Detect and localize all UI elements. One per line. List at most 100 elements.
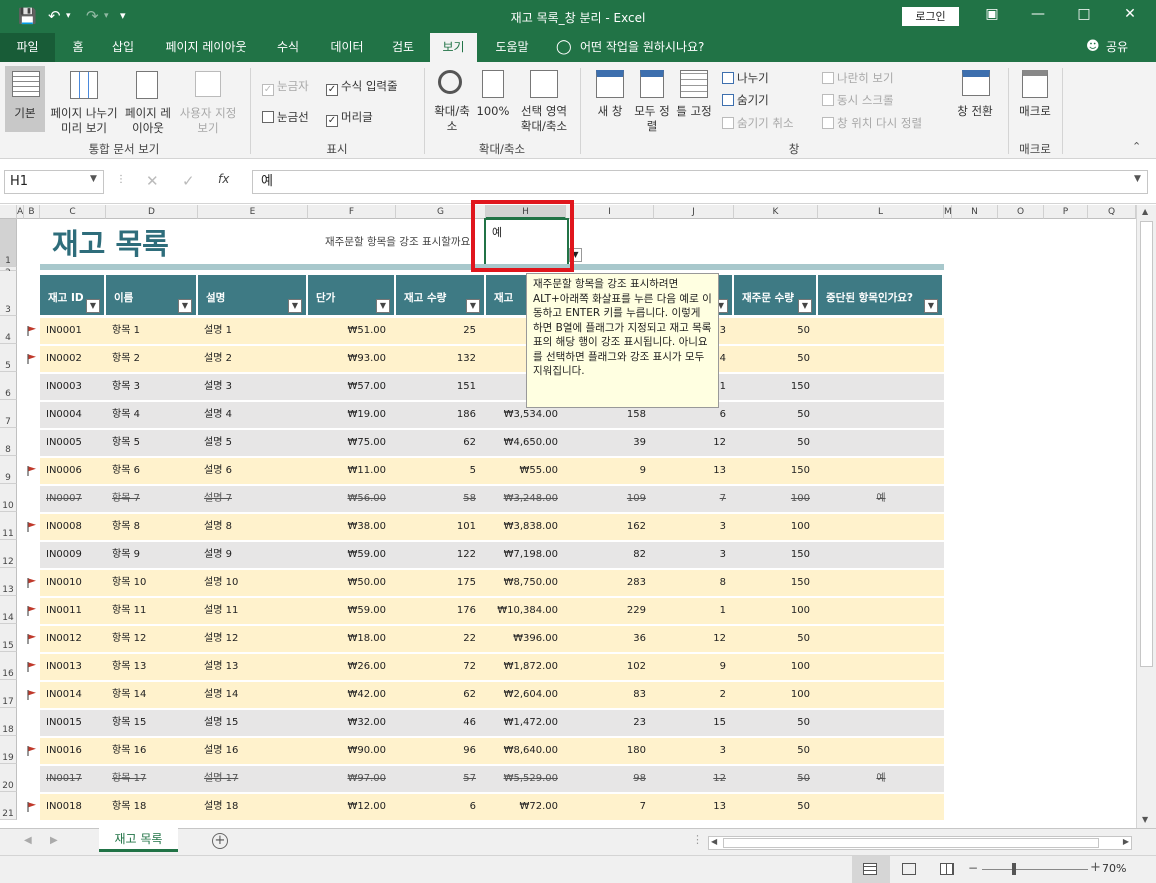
cell-price[interactable]: ₩42.00: [308, 682, 386, 708]
headings-checkbox[interactable]: ✓ 머리글: [326, 110, 373, 127]
zoom-button[interactable]: 확대/축소: [432, 104, 472, 134]
cell-order[interactable]: 50: [734, 794, 810, 820]
row-header[interactable]: 9: [0, 456, 17, 484]
cell-name[interactable]: 항목 11: [112, 598, 146, 624]
cell-reorder[interactable]: 39: [566, 430, 646, 456]
column-header[interactable]: P: [1044, 205, 1088, 219]
cell-desc[interactable]: 설명 11: [204, 598, 238, 624]
select-all-corner[interactable]: [0, 205, 17, 219]
cell-desc[interactable]: 설명 13: [204, 654, 238, 680]
filter-dropdown-icon[interactable]: ▼: [466, 299, 480, 313]
cell-name[interactable]: 항목 12: [112, 626, 146, 652]
row-header[interactable]: 7: [0, 400, 17, 428]
tab-data[interactable]: 데이터: [320, 33, 374, 62]
cell-name[interactable]: 항목 7: [112, 486, 140, 512]
minimize-icon[interactable]: —: [1026, 6, 1050, 22]
cell-reorder[interactable]: 229: [566, 598, 646, 624]
cell-value[interactable]: ₩4,650.00: [486, 430, 558, 456]
column-header[interactable]: J: [654, 205, 734, 219]
expand-formula-bar-icon[interactable]: ▼: [1134, 174, 1141, 184]
cell-value[interactable]: ₩396.00: [486, 626, 558, 652]
cell-name[interactable]: 항목 5: [112, 430, 140, 456]
row-header[interactable]: 6: [0, 372, 17, 400]
cell-qty[interactable]: 58: [396, 486, 476, 512]
cell-order[interactable]: 50: [734, 402, 810, 428]
cell-qty[interactable]: 186: [396, 402, 476, 428]
cell-days[interactable]: 9: [654, 654, 726, 680]
unhide-button[interactable]: 숨기기 취소: [722, 116, 794, 131]
cell-desc[interactable]: 설명 6: [204, 458, 232, 484]
cell-qty[interactable]: 25: [396, 318, 476, 344]
reset-window-position-button[interactable]: 창 위치 다시 정렬: [822, 116, 922, 131]
switch-windows-button[interactable]: 창 전환: [950, 104, 1000, 119]
cell-value[interactable]: ₩5,529.00: [486, 766, 558, 792]
cell-name[interactable]: 항목 2: [112, 346, 140, 372]
cell-qty[interactable]: 62: [396, 430, 476, 456]
status-normal-view-icon[interactable]: [863, 863, 877, 875]
cell-order[interactable]: 50: [734, 710, 810, 736]
cell-order[interactable]: 100: [734, 514, 810, 540]
tab-file[interactable]: 파일: [0, 33, 55, 62]
cell-reorder[interactable]: 9: [566, 458, 646, 484]
row-header[interactable]: 10: [0, 484, 17, 512]
column-header[interactable]: O: [998, 205, 1044, 219]
normal-view-button[interactable]: 기본: [5, 106, 45, 121]
scroll-down-icon[interactable]: ▼: [1142, 815, 1148, 824]
sync-scroll-button[interactable]: 동시 스크롤: [822, 93, 894, 108]
cell-qty[interactable]: 151: [396, 374, 476, 400]
cell-value[interactable]: ₩55.00: [486, 458, 558, 484]
cell-value[interactable]: ₩8,640.00: [486, 738, 558, 764]
cell-days[interactable]: 13: [654, 458, 726, 484]
name-box[interactable]: H1: [4, 170, 104, 194]
column-header[interactable]: B: [24, 205, 40, 219]
cell-price[interactable]: ₩50.00: [308, 570, 386, 596]
row-header[interactable]: 12: [0, 540, 17, 568]
cell-order[interactable]: 100: [734, 486, 810, 512]
cell-price[interactable]: ₩97.00: [308, 766, 386, 792]
cell-id[interactable]: IN0006: [46, 458, 82, 484]
cell-value[interactable]: ₩3,838.00: [486, 514, 558, 540]
cell-days[interactable]: 3: [654, 738, 726, 764]
horizontal-scrollbar[interactable]: ◀ ▶: [708, 836, 1132, 850]
cell-qty[interactable]: 6: [396, 794, 476, 820]
cell-id[interactable]: IN0016: [46, 738, 82, 764]
cell-qty[interactable]: 62: [396, 682, 476, 708]
collapse-ribbon-icon[interactable]: ⌃: [1132, 140, 1141, 153]
cell-id[interactable]: IN0007: [46, 486, 82, 512]
zoom-in-icon[interactable]: +: [1090, 860, 1101, 875]
cell-name[interactable]: 항목 14: [112, 682, 146, 708]
filter-dropdown-icon[interactable]: ▼: [86, 299, 100, 313]
cell-desc[interactable]: 설명 17: [204, 766, 238, 792]
column-header[interactable]: F: [308, 205, 396, 219]
cell-qty[interactable]: 175: [396, 570, 476, 596]
cell-id[interactable]: IN0002: [46, 346, 82, 372]
cell-reorder[interactable]: 98: [566, 766, 646, 792]
filter-dropdown-icon[interactable]: ▼: [288, 299, 302, 313]
cell-order[interactable]: 150: [734, 458, 810, 484]
formula-input[interactable]: 예: [252, 170, 1148, 194]
cell-name[interactable]: 항목 6: [112, 458, 140, 484]
filter-dropdown-icon[interactable]: ▼: [798, 299, 812, 313]
cell-desc[interactable]: 설명 16: [204, 738, 238, 764]
cell-desc[interactable]: 설명 7: [204, 486, 232, 512]
zoom-to-selection-button[interactable]: 선택 영역 확대/축소: [514, 104, 574, 134]
cell-days[interactable]: 2: [654, 682, 726, 708]
cell-price[interactable]: ₩38.00: [308, 514, 386, 540]
row-header[interactable]: 4: [0, 316, 17, 344]
arrange-all-button[interactable]: 모두 정렬: [634, 104, 670, 134]
cell-id[interactable]: IN0017: [46, 766, 82, 792]
cell-days[interactable]: 12: [654, 430, 726, 456]
column-header[interactable]: I: [566, 205, 654, 219]
gridlines-checkbox[interactable]: 눈금선: [262, 110, 309, 125]
cell-reorder[interactable]: 7: [566, 794, 646, 820]
zoom-slider-thumb[interactable]: [1012, 863, 1016, 875]
cell-qty[interactable]: 57: [396, 766, 476, 792]
cell-reorder[interactable]: 82: [566, 542, 646, 568]
cell-qty[interactable]: 22: [396, 626, 476, 652]
cell-desc[interactable]: 설명 10: [204, 570, 238, 596]
row-header[interactable]: 8: [0, 428, 17, 456]
cell-qty[interactable]: 72: [396, 654, 476, 680]
cell-price[interactable]: ₩26.00: [308, 654, 386, 680]
cell-id[interactable]: IN0011: [46, 598, 82, 624]
cell-reorder[interactable]: 23: [566, 710, 646, 736]
